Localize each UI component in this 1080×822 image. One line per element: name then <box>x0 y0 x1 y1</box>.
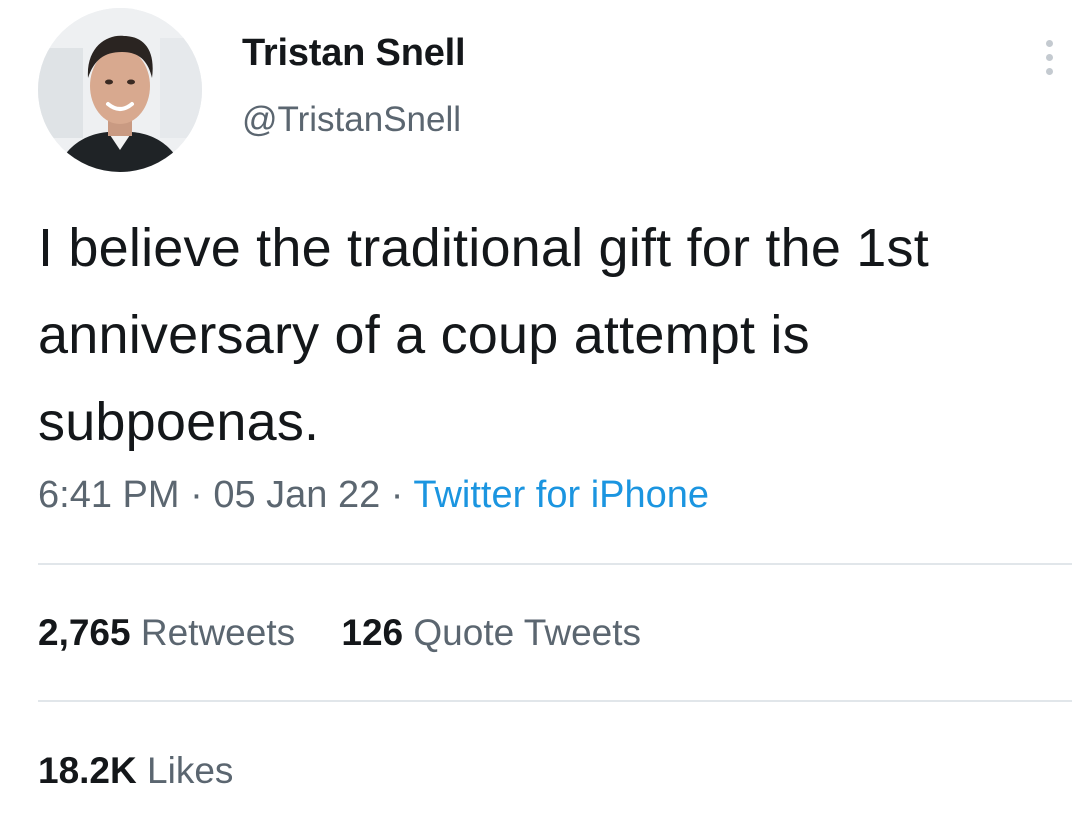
tweet-card: Tristan Snell @TristanSnell I believe th… <box>0 0 1080 822</box>
tweet-time[interactable]: 6:41 PM <box>38 474 180 516</box>
quote-tweets-label: Quote Tweets <box>413 612 642 653</box>
author-handle[interactable]: @TristanSnell <box>242 100 461 140</box>
quote-tweets-count: 126 <box>341 612 404 653</box>
quote-tweets-stat[interactable]: 126 Quote Tweets <box>341 612 641 653</box>
likes-label: Likes <box>147 750 234 791</box>
likes-row: 18.2K Likes <box>38 750 269 792</box>
retweets-stat[interactable]: 2,765 Retweets <box>38 612 295 653</box>
tweet-date[interactable]: 05 Jan 22 <box>213 474 380 516</box>
author-display-name[interactable]: Tristan Snell <box>242 32 466 75</box>
engagement-stats: 2,765 Retweets 126 Quote Tweets <box>38 612 677 654</box>
divider <box>38 563 1072 565</box>
tweet-text: I believe the traditional gift for the 1… <box>38 218 929 452</box>
retweets-label: Retweets <box>140 612 296 653</box>
meta-separator: · <box>390 474 404 516</box>
tweet-source-link[interactable]: Twitter for iPhone <box>413 474 709 516</box>
divider <box>38 700 1072 702</box>
tweet-metadata: 6:41 PM · 05 Jan 22 · Twitter for iPhone <box>38 474 709 517</box>
more-options-button[interactable] <box>1030 36 1070 80</box>
avatar-photo <box>38 8 202 172</box>
meta-separator: · <box>190 474 203 516</box>
retweets-count: 2,765 <box>38 612 131 653</box>
likes-count: 18.2K <box>38 750 137 791</box>
avatar[interactable] <box>38 8 202 172</box>
likes-stat[interactable]: 18.2K Likes <box>38 750 233 791</box>
